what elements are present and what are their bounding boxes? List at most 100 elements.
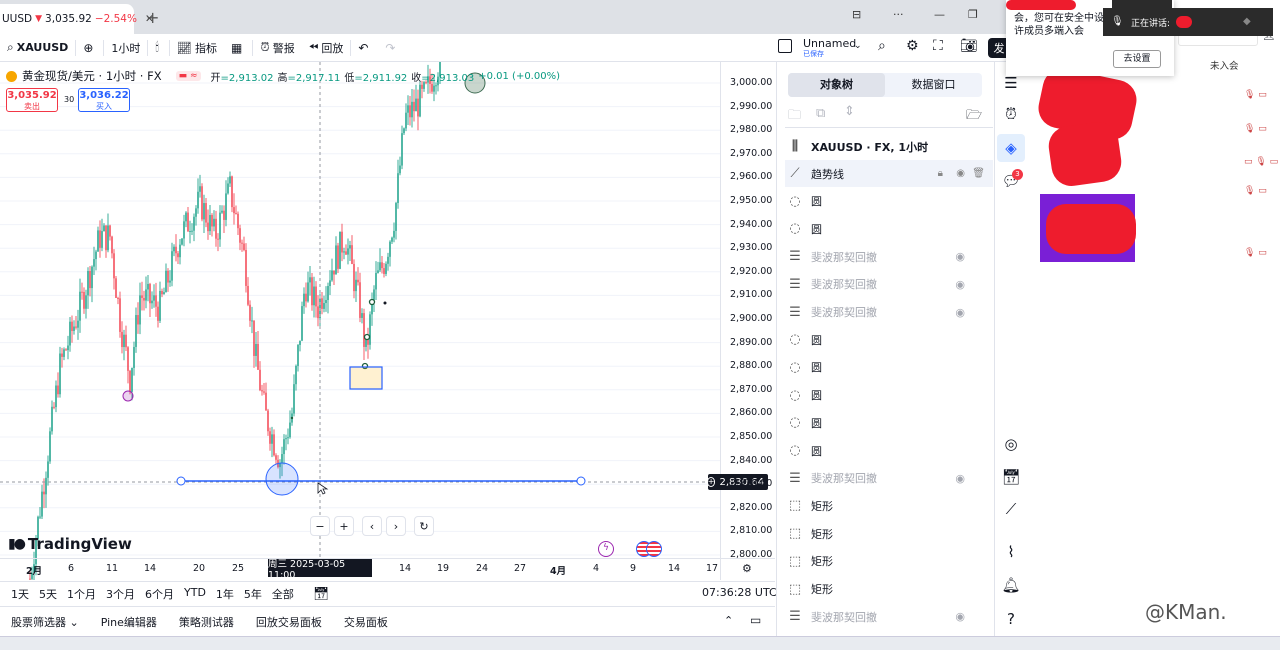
tradingview-logo[interactable]: ▮● TradingView xyxy=(8,535,132,553)
select-layout-icon[interactable] xyxy=(778,39,792,53)
trend-line-handle[interactable] xyxy=(576,476,586,486)
legend-flag-icon[interactable]: ▬ ≈ xyxy=(175,71,201,81)
object-tree-item[interactable]: ◌ 圆 xyxy=(785,354,993,381)
object-tree-item[interactable]: ◌ 圆 xyxy=(785,437,993,464)
range-button-1[interactable]: 5天 xyxy=(34,586,62,602)
object-tree-item[interactable]: ⬚ 矩形 xyxy=(785,548,993,575)
add-plus-icon[interactable]: + xyxy=(706,477,716,487)
object-tree-item[interactable]: ☰ 斐波那契回撤 ◉ xyxy=(785,603,993,630)
calendar-range-icon[interactable]: 📅︎ xyxy=(313,587,330,602)
trash-icon[interactable]: 🗑︎ xyxy=(972,168,985,179)
object-tree-item[interactable]: ☰ 斐波那契回撤 ◉ xyxy=(785,299,993,326)
lock-icon[interactable]: 🔒︎ xyxy=(938,168,943,179)
pine-icon[interactable]: ⟋ xyxy=(1001,500,1021,520)
folder-settings-icon[interactable]: 🗁 xyxy=(966,106,982,128)
settings-gear-icon[interactable]: ⚙ xyxy=(906,38,919,54)
stream-icon[interactable]: ⌇ xyxy=(1001,543,1021,563)
layout-name[interactable]: Unnamed 已保存 xyxy=(803,38,856,60)
price-chart[interactable] xyxy=(0,62,775,580)
legend-title[interactable]: 黄金现货/美元 · 1小时 · FX xyxy=(22,68,162,84)
object-tree-item[interactable]: ◌ 圆 xyxy=(785,188,993,215)
calendar-icon[interactable]: 📅︎ xyxy=(1001,468,1021,488)
new-folder-icon[interactable]: 🗀 xyxy=(788,106,801,128)
alarm-clock-icon[interactable]: ⏰︎ xyxy=(1001,105,1021,125)
timezone-clock[interactable]: 07:36:28 UTC xyxy=(702,586,777,599)
object-tree-item[interactable]: ◌ 圆 xyxy=(785,215,993,242)
bottom-tab-2[interactable]: 策略测试器 xyxy=(168,614,245,630)
compare-symbol-button[interactable]: ⊕ xyxy=(76,34,103,62)
bottom-tab-1[interactable]: Pine编辑器 xyxy=(90,614,168,630)
expand-icon[interactable]: ◆ xyxy=(1243,16,1251,27)
object-tree-item[interactable]: ☰ 斐波那契回撤 ◉ xyxy=(785,465,993,492)
range-button-4[interactable]: 6个月 xyxy=(140,586,179,602)
range-button-0[interactable]: 1天 xyxy=(6,586,34,602)
eye-hidden-icon[interactable]: ◉ xyxy=(955,250,965,263)
scroll-right-button[interactable]: › xyxy=(386,516,406,536)
object-tree-item[interactable]: ◌ 圆 xyxy=(785,382,993,409)
symbol-search[interactable]: ⌕ XAUUSD xyxy=(0,34,75,62)
layers-order-icon[interactable]: ⇕ xyxy=(844,104,855,119)
tab-object-tree[interactable]: 对象树 xyxy=(788,73,885,97)
camera-icon[interactable]: 📷︎ xyxy=(960,38,978,54)
templates-button[interactable]: ▦ xyxy=(224,34,252,62)
zoom-in-button[interactable]: + xyxy=(334,516,354,536)
range-button-3[interactable]: 3个月 xyxy=(101,586,140,602)
axis-settings-gear-icon[interactable]: ⚙ xyxy=(742,562,752,575)
bottom-tab-0[interactable]: 股票筛选器 ⌄ xyxy=(0,614,90,630)
bell-icon[interactable]: 🔔︎ xyxy=(1001,576,1021,596)
new-tab-icon[interactable]: + xyxy=(146,8,159,27)
interval-button[interactable]: 1小时 xyxy=(104,34,147,62)
alert-button[interactable]: ⏰︎ 警报 xyxy=(253,34,301,62)
circle-drawing[interactable] xyxy=(363,333,371,341)
economic-events-flags-icon[interactable] xyxy=(636,541,662,557)
candlestick-chart[interactable] xyxy=(0,62,775,580)
minimize-meeting-icon[interactable] xyxy=(1250,0,1262,3)
target-icon[interactable]: ◎ xyxy=(1001,435,1021,455)
window-controls[interactable] xyxy=(1112,0,1172,8)
not-joined-tab[interactable]: 未入会 xyxy=(1210,58,1239,72)
eye-hidden-icon[interactable]: ◉ xyxy=(955,306,965,319)
range-button-5[interactable]: YTD xyxy=(179,586,211,602)
chevron-down-icon[interactable]: ⌄ xyxy=(854,41,862,51)
circle-drawing[interactable] xyxy=(122,390,134,402)
circle-drawing[interactable] xyxy=(368,298,376,306)
range-button-6[interactable]: 1年 xyxy=(211,586,239,602)
object-tree-item[interactable]: ◌ 圆 xyxy=(785,326,993,353)
zoom-out-button[interactable]: − xyxy=(310,516,330,536)
object-tree-layers-icon[interactable]: ◈ xyxy=(997,134,1025,162)
minimize-icon[interactable]: — xyxy=(934,8,945,21)
object-tree-symbol-row[interactable]: ⫼ XAUUSD · FX, 1小时 xyxy=(785,133,993,160)
buy-button[interactable]: 3,036.22 买入 xyxy=(78,88,130,112)
browser-tab[interactable]: UUSD ▼ 3,035.92 −2.54% ✕ xyxy=(0,4,154,34)
object-tree-item[interactable]: ☰ 斐波那契回撤 ◉ xyxy=(785,271,993,298)
quick-search-icon[interactable]: ⌕ xyxy=(878,38,886,54)
more-icon[interactable]: ··· xyxy=(893,8,904,21)
object-tree-item[interactable]: ⟋ 趋势线 🔒︎ ◉ 🗑︎ xyxy=(785,160,993,187)
maximize-panel-icon[interactable]: ▭ xyxy=(750,613,761,627)
object-tree-item[interactable]: ☰ 斐波那契回撤 ◉ xyxy=(785,243,993,270)
undo-button[interactable]: ↶ xyxy=(351,34,378,62)
clone-icon[interactable]: ⧉ xyxy=(816,106,825,121)
rectangle-drawing[interactable] xyxy=(349,366,383,390)
bottom-tab-3[interactable]: 回放交易面板 xyxy=(245,614,333,630)
object-tree-item[interactable]: ⬚ 矩形 xyxy=(785,492,993,519)
reset-chart-button[interactable]: ↻ xyxy=(414,516,434,536)
range-button-2[interactable]: 1个月 xyxy=(62,586,101,602)
watchlist-icon[interactable]: ☰ xyxy=(1001,74,1021,94)
replay-button[interactable]: ⏪︎ 回放 xyxy=(302,34,351,62)
scroll-left-button[interactable]: ‹ xyxy=(362,516,382,536)
tab-data-window[interactable]: 数据窗口 xyxy=(885,73,982,97)
range-button-7[interactable]: 5年 xyxy=(239,586,267,602)
restore-icon[interactable]: ❐ xyxy=(968,8,978,21)
object-tree-item[interactable]: ⬚ 矩形 xyxy=(785,520,993,547)
trend-line-handle[interactable] xyxy=(176,476,186,486)
sell-button[interactable]: 3,035.92 卖出 xyxy=(6,88,58,112)
eye-hidden-icon[interactable]: ◉ xyxy=(955,278,965,291)
bottom-tab-4[interactable]: 交易面板 xyxy=(333,614,399,630)
eye-hidden-icon[interactable]: ◉ xyxy=(955,610,965,623)
circle-drawing[interactable] xyxy=(265,462,299,496)
indicators-button[interactable]: 📈︎ 指标 xyxy=(170,34,224,62)
eye-icon[interactable]: ◉ xyxy=(956,168,965,179)
eye-hidden-icon[interactable]: ◉ xyxy=(955,472,965,485)
fullscreen-icon[interactable]: ⛶ xyxy=(933,38,943,54)
